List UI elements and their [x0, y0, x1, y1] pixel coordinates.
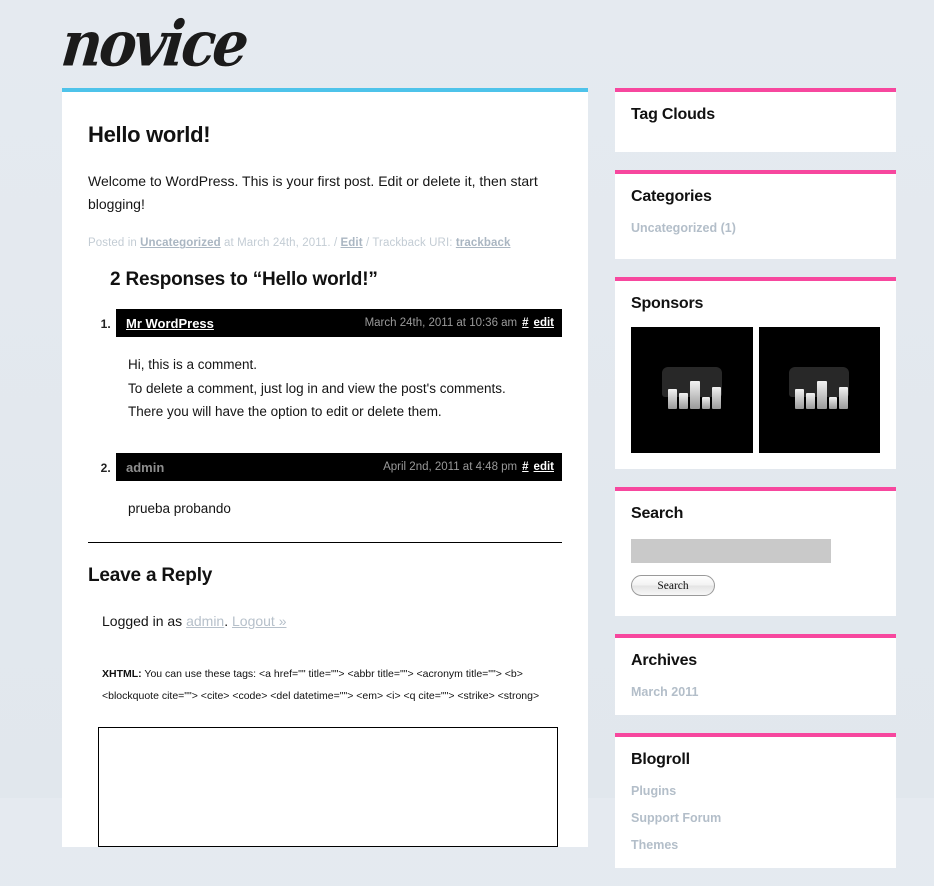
meta-separator-2: / — [365, 237, 370, 250]
comment-header: Mr WordPress March 24th, 2011 at 10:36 a… — [116, 309, 562, 338]
search-button[interactable]: Search — [631, 575, 715, 596]
post-date: March 24th, 2011. — [237, 237, 331, 250]
comment-header: admin April 2nd, 2011 at 4:48 pm # edit — [116, 453, 562, 481]
comment-list: Mr WordPress March 24th, 2011 at 10:36 a… — [88, 309, 562, 520]
site-logo[interactable]: novice — [58, 7, 249, 81]
widget-search: Search Search — [615, 487, 896, 616]
sidebar: Tag Clouds Categories Uncategorized (1) … — [615, 88, 896, 886]
comment-line: prueba probando — [128, 501, 231, 516]
reply-heading: Leave a Reply — [88, 565, 213, 587]
allowed-tags-note: XHTML: You can use these tags: <a href="… — [102, 663, 562, 707]
list-item: Themes — [631, 837, 880, 852]
widget-title: Categories — [631, 188, 712, 205]
comment-body: prueba probando — [114, 481, 562, 520]
logout-link[interactable]: Logout » — [232, 613, 287, 629]
list-item: March 2011 — [631, 684, 880, 699]
blogroll-list: Plugins Support Forum Themes — [631, 783, 880, 852]
comments-heading: 2 Responses to “Hello world!” — [110, 269, 378, 291]
logged-in-notice: Logged in as admin. Logout » — [102, 613, 562, 629]
widget-sponsors: Sponsors — [615, 277, 896, 469]
widget-archives: Archives March 2011 — [615, 634, 896, 715]
search-input[interactable] — [631, 539, 831, 563]
widget-categories: Categories Uncategorized (1) — [615, 170, 896, 259]
site-header: novice — [0, 0, 934, 88]
comment-line: Hi, this is a comment. — [128, 357, 258, 373]
sidebar-item-uncategorized[interactable]: Uncategorized (1) — [631, 221, 736, 235]
logged-in-prefix: Logged in as — [102, 613, 183, 630]
comment-date: March 24th, 2011 at 10:36 am — [364, 317, 518, 330]
widget-tag-clouds: Tag Clouds — [615, 88, 896, 152]
sponsor-thumbnail[interactable] — [758, 327, 880, 453]
broken-image-icon — [654, 367, 730, 413]
post-edit-link[interactable]: Edit — [341, 237, 363, 249]
broken-image-icon — [781, 367, 857, 413]
sidebar-item-support-forum[interactable]: Support Forum — [631, 811, 721, 825]
comment-date: April 2nd, 2011 at 4:48 pm — [383, 461, 518, 473]
trackback-link[interactable]: trackback — [456, 237, 511, 249]
period: . — [224, 613, 229, 630]
sponsor-thumbnails — [631, 327, 880, 453]
comment-permalink-icon[interactable]: # — [522, 461, 528, 473]
columns: Hello world! Welcome to WordPress. This … — [62, 88, 934, 886]
list-item: admin April 2nd, 2011 at 4:48 pm # edit … — [114, 453, 562, 520]
list-item: Mr WordPress March 24th, 2011 at 10:36 a… — [114, 309, 562, 423]
comment-author-link[interactable]: Mr WordPress — [126, 316, 365, 331]
posted-in-label: Posted in — [88, 237, 137, 250]
widget-title: Blogroll — [631, 751, 690, 768]
widget-title: Sponsors — [631, 295, 704, 312]
allowed-tags-line-1: You can use these tags: <a href="" title… — [144, 668, 523, 681]
comments-divider — [88, 542, 562, 544]
comment-permalink-icon[interactable]: # — [522, 317, 528, 329]
sponsor-thumbnail[interactable] — [631, 327, 753, 453]
post-category-link[interactable]: Uncategorized — [140, 237, 221, 249]
current-user-link[interactable]: admin — [186, 613, 224, 629]
comment-author-name: admin — [126, 459, 165, 475]
comment-body: Hi, this is a comment. To delete a comme… — [114, 337, 562, 423]
widget-title: Search — [631, 505, 684, 522]
widget-blogroll: Blogroll Plugins Support Forum Themes — [615, 733, 896, 868]
list-item: Support Forum — [631, 810, 880, 825]
comment-line: To delete a comment, just log in and vie… — [128, 380, 506, 396]
main-content: Hello world! Welcome to WordPress. This … — [62, 88, 588, 848]
sidebar-item-themes[interactable]: Themes — [631, 838, 678, 852]
category-list: Uncategorized (1) — [631, 220, 880, 235]
comment-edit-link[interactable]: edit — [534, 317, 554, 329]
sidebar-item-march-2011[interactable]: March 2011 — [631, 685, 698, 699]
comment-textarea[interactable] — [98, 727, 558, 848]
list-item: Uncategorized (1) — [631, 220, 880, 235]
trackback-label: Trackback URI: — [372, 237, 453, 250]
comment-edit-link[interactable]: edit — [534, 461, 554, 473]
allowed-tags-label: XHTML: — [102, 668, 142, 681]
post-meta: Posted in Uncategorized at March 24th, 2… — [88, 237, 562, 249]
widget-title: Tag Clouds — [631, 106, 715, 123]
sidebar-item-plugins[interactable]: Plugins — [631, 784, 676, 798]
archive-list: March 2011 — [631, 684, 880, 699]
page-title: Hello world! — [88, 122, 211, 147]
at-label: at — [224, 237, 234, 250]
widget-title: Archives — [631, 652, 697, 669]
allowed-tags-line-2: <blockquote cite=""> <cite> <code> <del … — [102, 690, 540, 703]
comment-line: There you will have the option to edit o… — [128, 403, 442, 419]
meta-separator-1: / — [333, 237, 338, 250]
post-body: Welcome to WordPress. This is your first… — [88, 173, 538, 212]
list-item: Plugins — [631, 783, 880, 798]
page-wrap: Hello world! Welcome to WordPress. This … — [0, 88, 934, 886]
